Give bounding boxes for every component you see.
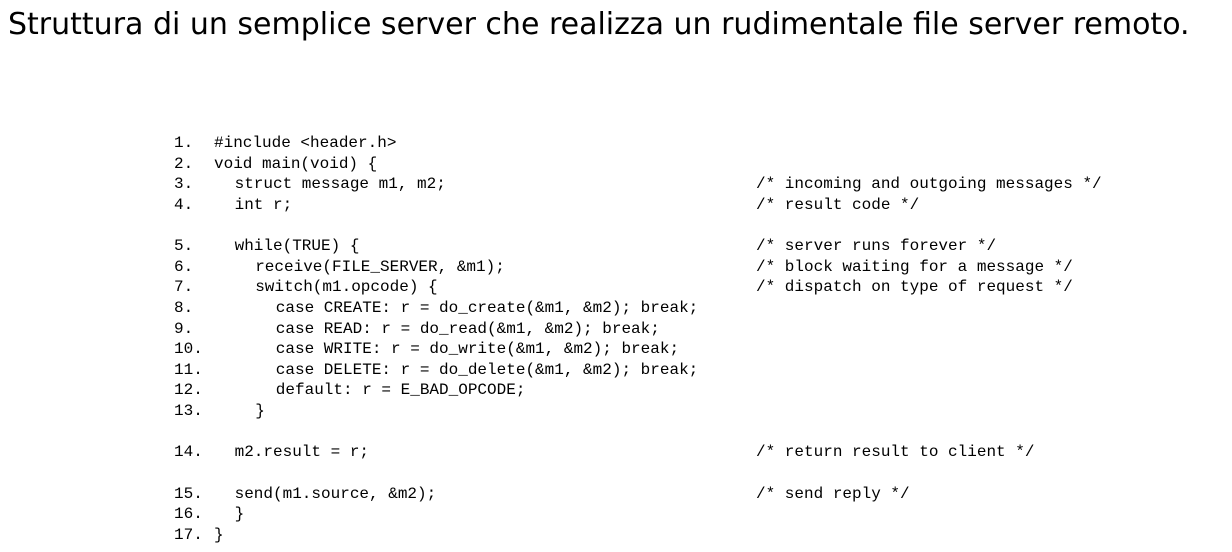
code-text: case CREATE: r = do_create(&m1, &m2); br… [275,298,699,317]
line-number: 16. [174,505,203,524]
code-text: case READ: r = do_read(&m1, &m2); break; [275,319,660,338]
code-text: } [214,525,224,544]
code-text: void main(void) { [214,154,378,173]
code-text: } [255,401,265,420]
code-line: 12. default: r = E_BAD_OPCODE; [174,380,1174,401]
code-text: case DELETE: r = do_delete(&m1, &m2); br… [275,360,699,379]
code-text: int r; [234,195,293,214]
code-line: 11. case DELETE: r = do_delete(&m1, &m2);… [174,360,1174,381]
code-comment: /* block waiting for a message */ [756,257,1073,276]
code-line: 5. while(TRUE) { /* server runs forever */ [174,236,1174,257]
code-text: } [234,505,245,524]
code-line: 7. switch(m1.opcode) { /* dispatch on type… [174,277,1174,298]
code-text: switch(m1.opcode) { [255,278,438,297]
code-text: case WRITE: r = do_write(&m1, &m2); brea… [275,340,680,359]
code-listing: 1. #include <header.h> 2. void main(void) {… [174,133,1174,545]
line-number: 1. [174,134,194,152]
code-line: 2. void main(void) { [174,154,1174,175]
code-text: default: r = E_BAD_OPCODE; [275,381,526,400]
code-line: 15. send(m1.source, &m2); /* send reply */ [174,484,1174,505]
line-number: 4. [174,195,194,214]
code-line: 3. struct message m1, m2; /* incoming and … [174,174,1174,195]
code-line: 6. receive(FILE_SERVER, &m1); /* block wai… [174,257,1174,278]
code-line: 4. int r; /* result code */ [174,195,1174,216]
page-title: Struttura di un semplice server che real… [8,7,1190,42]
line-number: 12. [174,381,203,400]
line-number: 2. [174,154,194,173]
code-text: send(m1.source, &m2); [234,484,437,503]
code-line: 10. case WRITE: r = do_write(&m1, &m2); b… [174,339,1174,360]
line-number: 6. [174,257,194,276]
code-line: 16.} [174,504,1174,525]
code-line: 1. #include <header.h> [174,133,1174,154]
code-line: 14. m2.result = r; /* return result to cli… [174,442,1174,463]
code-comment: /* server runs forever */ [756,237,997,256]
code-line: 13.} [174,401,1174,422]
line-number: 17. [174,525,203,544]
code-comment: /* dispatch on type of request */ [756,278,1073,297]
code-text: m2.result = r; [234,443,370,462]
code-line: 9. case READ: r = do_read(&m1, &m2); brea… [174,319,1174,340]
code-comment: /* result code */ [756,195,920,214]
code-comment: /* return result to client */ [756,443,1035,462]
line-number: 3. [174,175,194,194]
code-text: receive(FILE_SERVER, &m1); [255,257,505,276]
line-number: 14. [174,443,203,462]
code-comment: /* send reply */ [756,484,910,503]
line-number: 15. [174,484,203,503]
code-text: while(TRUE) { [234,237,360,256]
line-number: 5. [174,237,194,256]
code-text: #include <header.h> [214,134,397,152]
line-number: 13. [174,401,203,420]
line-number: 8. [174,298,194,317]
code-text: struct message m1, m2; [234,175,446,194]
code-line: 8. case CREATE: r = do_create(&m1, &m2); … [174,298,1174,319]
line-number: 10. [174,340,203,359]
line-number: 11. [174,360,203,379]
line-number: 7. [174,278,194,297]
line-number: 9. [174,319,194,338]
code-line: 17.} [174,525,1174,546]
code-comment: /* incoming and outgoing messages */ [756,175,1102,194]
